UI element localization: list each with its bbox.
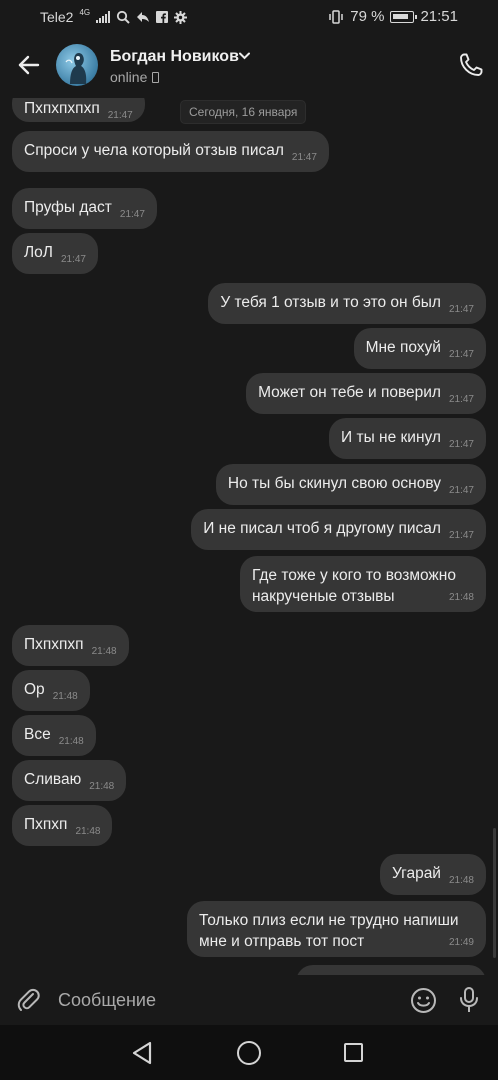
message-outgoing[interactable]: У тебя 1 отзыв и то это он был 21:47 xyxy=(208,283,486,324)
message-incoming[interactable]: Ор 21:48 xyxy=(12,670,90,711)
message-composer: Сообщение xyxy=(0,975,498,1025)
phone-icon[interactable] xyxy=(458,52,484,78)
status-bar: Tele2 4G 79 % 21:51 xyxy=(0,0,498,34)
message-list[interactable]: Пхпхпхпхп 21:47 Сегодня, 16 января Спроси… xyxy=(0,98,498,975)
settings-notification-icon xyxy=(174,10,188,24)
message-text: Угарай xyxy=(391,865,441,882)
message-text: Сливаю xyxy=(24,771,82,788)
message-text: И ты не кинул xyxy=(341,429,441,446)
message-time: 21:47 xyxy=(119,209,145,220)
message-text-line: накрученые отзывы xyxy=(252,588,395,605)
message-text-line: Только плиз если не трудно напиши xyxy=(199,912,459,929)
message-outgoing[interactable]: И не писал чтоб я другому писал 21:47 xyxy=(191,509,486,550)
message-text: У тебя 1 отзыв и то это он был xyxy=(220,294,441,311)
message-text: Может он тебе и поверил xyxy=(258,384,441,401)
message-outgoing[interactable]: Где тоже у кого то возможно накрученые о… xyxy=(240,556,486,612)
contact-name[interactable]: Богдан Новиков xyxy=(110,48,239,66)
message-incoming[interactable]: ЛоЛ 21:47 xyxy=(12,233,98,274)
message-text: ЛоЛ xyxy=(24,244,53,261)
message-text: Мне похуй xyxy=(365,339,441,356)
contact-status: online xyxy=(110,69,160,85)
nav-home-icon[interactable] xyxy=(237,1041,261,1065)
message-outgoing-partial[interactable] xyxy=(296,965,486,975)
message-text: Пхпхпхп xyxy=(24,636,84,653)
message-time: 21:47 xyxy=(448,394,474,405)
reply-notification-icon xyxy=(137,12,150,22)
message-time: 21:47 xyxy=(448,485,474,496)
message-text: Пхпхпхпхп xyxy=(24,100,100,117)
message-incoming[interactable]: Пхпхп 21:48 xyxy=(12,805,113,846)
message-incoming[interactable]: Спроси у чела который отзыв писал 21:47 xyxy=(12,131,329,172)
message-time: 21:47 xyxy=(107,110,133,121)
facebook-notification-icon xyxy=(156,11,169,23)
chat-header: Богдан Новиков online xyxy=(0,34,498,98)
nav-back-icon[interactable] xyxy=(130,1040,154,1066)
message-incoming[interactable]: Все 21:48 xyxy=(12,715,96,756)
message-outgoing[interactable]: Угарай 21:48 xyxy=(379,854,486,895)
battery-percent: 79 % xyxy=(350,8,385,25)
message-outgoing[interactable]: Мне похуй 21:47 xyxy=(353,328,486,369)
avatar[interactable] xyxy=(56,44,98,86)
message-text: Спроси у чела который отзыв писал xyxy=(24,142,284,159)
message-input[interactable]: Сообщение xyxy=(58,990,156,1011)
message-incoming[interactable]: Пхпхпхп 21:48 xyxy=(12,625,129,666)
network-type: 4G xyxy=(79,7,91,17)
scrollbar[interactable] xyxy=(493,828,496,958)
microphone-icon[interactable] xyxy=(458,986,480,1014)
message-time: 21:48 xyxy=(75,826,101,837)
battery-icon xyxy=(390,10,418,23)
message-time: 21:48 xyxy=(58,736,84,747)
message-text: Но ты бы скинул свою основу xyxy=(227,475,441,492)
message-incoming[interactable]: Пхпхпхпхп 21:47 xyxy=(12,98,145,122)
message-time: 21:47 xyxy=(448,439,474,450)
message-outgoing[interactable]: Может он тебе и поверил 21:47 xyxy=(246,373,486,414)
message-text: Пруфы даст xyxy=(24,199,112,216)
date-separator: Сегодня, 16 января xyxy=(180,100,307,124)
back-arrow-icon[interactable] xyxy=(16,52,42,78)
message-outgoing[interactable]: Только плиз если не трудно напиши мне и … xyxy=(187,901,486,957)
message-incoming[interactable]: Пруфы даст 21:47 xyxy=(12,188,157,229)
message-time: 21:48 xyxy=(448,592,474,603)
message-time: 21:48 xyxy=(448,875,474,886)
message-time: 21:47 xyxy=(448,349,474,360)
emoji-icon[interactable] xyxy=(410,987,437,1014)
message-time: 21:48 xyxy=(52,691,78,702)
mobile-device-icon xyxy=(152,71,160,83)
nav-recent-apps-icon[interactable] xyxy=(344,1043,363,1062)
message-text: Ор xyxy=(24,681,45,698)
message-time: 21:48 xyxy=(89,781,115,792)
message-time: 21:47 xyxy=(448,530,474,541)
vibrate-icon xyxy=(329,9,343,24)
message-time: 21:48 xyxy=(91,646,117,657)
search-notification-icon xyxy=(117,10,130,24)
paperclip-icon[interactable] xyxy=(16,987,42,1013)
message-time: 21:47 xyxy=(60,254,86,265)
message-text: Пхпхп xyxy=(24,816,68,833)
message-text-line: Где тоже у кого то возможно xyxy=(252,567,456,584)
message-text: Все xyxy=(24,726,51,743)
signal-icon xyxy=(96,11,111,23)
message-outgoing[interactable]: И ты не кинул 21:47 xyxy=(329,418,486,459)
message-time: 21:49 xyxy=(448,937,474,948)
clock: 21:51 xyxy=(420,8,458,25)
message-time: 21:47 xyxy=(448,304,474,315)
status-text: online xyxy=(110,69,148,85)
carrier-label: Tele2 xyxy=(40,9,74,25)
message-time: 21:47 xyxy=(291,152,317,163)
message-outgoing[interactable]: Но ты бы скинул свою основу 21:47 xyxy=(215,464,486,505)
chevron-down-icon[interactable] xyxy=(239,52,250,60)
message-incoming[interactable]: Сливаю 21:48 xyxy=(12,760,127,801)
message-text-line: мне и отправь тот пост xyxy=(199,933,365,950)
message-text: И не писал чтоб я другому писал xyxy=(203,520,441,537)
system-navigation-bar xyxy=(0,1025,498,1080)
